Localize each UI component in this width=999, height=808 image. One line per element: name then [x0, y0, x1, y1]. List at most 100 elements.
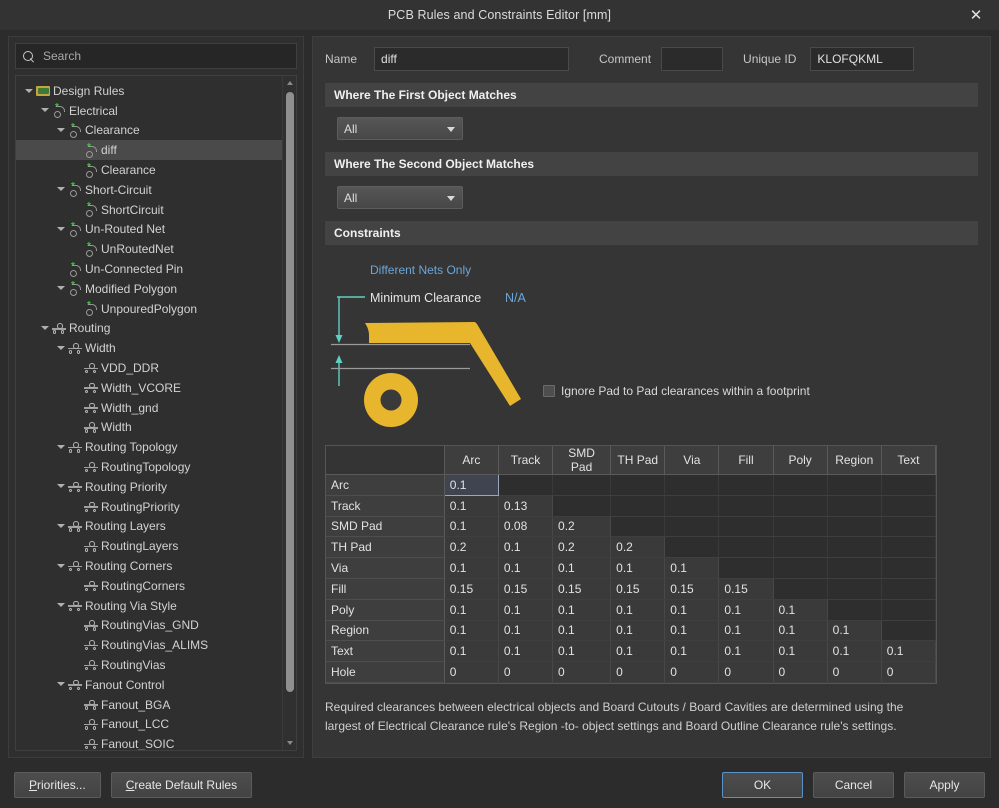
search-input[interactable] [41, 48, 289, 64]
matrix-cell[interactable]: 0 [664, 661, 720, 683]
matrix-row-header[interactable]: Poly [326, 599, 445, 621]
expand-arrow-icon[interactable] [54, 675, 67, 695]
matrix-cell[interactable]: 0.13 [498, 495, 554, 517]
expand-arrow-icon[interactable] [54, 180, 67, 200]
matrix-cell[interactable]: 0.15 [664, 578, 720, 600]
tree-item-shortcircuit[interactable]: * ShortCircuit [16, 200, 282, 220]
matrix-cell[interactable]: 0.1 [444, 516, 499, 538]
matrix-cell[interactable]: 0.1 [610, 557, 666, 579]
tree-item-routingcorners[interactable]: RoutingCorners [16, 576, 282, 596]
tree-item-routing-priority[interactable]: Routing Priority [16, 477, 282, 497]
matrix-cell[interactable]: 0.2 [552, 536, 612, 559]
tree-item-routingvias[interactable]: RoutingVias [16, 655, 282, 675]
matrix-cell[interactable]: 0.15 [498, 578, 554, 600]
matrix-cell[interactable]: 0.1 [444, 557, 499, 579]
matrix-cell[interactable]: 0.1 [444, 599, 499, 621]
priorities-button[interactable]: Priorities... [14, 772, 101, 798]
matrix-cell[interactable]: 0.1 [773, 620, 828, 642]
expand-arrow-icon[interactable] [54, 477, 67, 497]
matrix-cell[interactable]: 0.1 [552, 620, 612, 642]
matrix-col-header[interactable]: Track [498, 446, 554, 475]
matrix-cell[interactable]: 0 [552, 661, 612, 683]
matrix-cell[interactable]: 0.1 [773, 599, 828, 621]
matrix-row-header[interactable]: Text [326, 640, 445, 663]
matrix-cell[interactable]: 0 [718, 661, 774, 683]
tree-item-routinglayers[interactable]: RoutingLayers [16, 536, 282, 556]
tree-item-unroutednet[interactable]: * UnRoutedNet [16, 239, 282, 259]
matrix-cell[interactable]: 0.1 [718, 640, 774, 663]
tree-item-width-gnd[interactable]: Width_gnd [16, 398, 282, 418]
matrix-cell[interactable]: 0.1 [827, 640, 882, 663]
matrix-cell[interactable]: 0.1 [664, 640, 720, 663]
matrix-cell[interactable]: 0.1 [552, 599, 612, 621]
close-icon[interactable]: ✕ [953, 0, 999, 30]
tree-item-routingtopology[interactable]: RoutingTopology [16, 457, 282, 477]
tree-item-short-circuit[interactable]: * Short-Circuit [16, 180, 282, 200]
matrix-cell[interactable]: 0.2 [610, 536, 666, 559]
tree-item-design-rules[interactable]: •• Design Rules [16, 81, 282, 101]
cancel-button[interactable]: Cancel [813, 772, 894, 798]
matrix-row-header[interactable]: Region [326, 620, 445, 642]
matrix-cell[interactable]: 0.1 [718, 620, 774, 642]
matrix-cell[interactable]: 0.1 [827, 620, 882, 642]
matrix-cell[interactable]: 0.1 [664, 620, 720, 642]
expand-arrow-icon[interactable] [54, 556, 67, 576]
second-object-scope-dropdown[interactable]: All [337, 186, 463, 209]
matrix-row-header[interactable]: Fill [326, 578, 445, 600]
expand-arrow-icon[interactable] [54, 338, 67, 358]
tree-item-fanout-soic[interactable]: Fanout_SOIC [16, 734, 282, 750]
tree-item-modified-polygon[interactable]: * Modified Polygon [16, 279, 282, 299]
expand-arrow-icon[interactable] [22, 81, 35, 101]
matrix-cell[interactable]: 0 [444, 661, 499, 683]
tree-scrollbar[interactable] [282, 76, 296, 750]
rules-tree[interactable]: •• Design Rules * Electrical * Clearance * diff… [16, 76, 282, 750]
tree-item-unpouredpolygon[interactable]: * UnpouredPolygon [16, 299, 282, 319]
tree-item-routingvias-gnd[interactable]: RoutingVias_GND [16, 616, 282, 636]
tree-item-vdd-ddr[interactable]: VDD_DDR [16, 358, 282, 378]
matrix-row-header[interactable]: Hole [326, 661, 445, 683]
search-box[interactable] [15, 43, 297, 69]
matrix-cell[interactable]: 0 [498, 661, 554, 683]
matrix-cell[interactable]: 0.1 [552, 640, 612, 663]
matrix-row-header[interactable]: Arc [326, 474, 445, 496]
matrix-cell[interactable]: 0 [881, 661, 937, 683]
matrix-col-header[interactable]: Arc [444, 446, 499, 475]
matrix-cell[interactable]: 0.1 [498, 536, 554, 559]
tree-item-clearance[interactable]: * Clearance [16, 160, 282, 180]
tree-item-un-routed-net[interactable]: * Un-Routed Net [16, 220, 282, 240]
matrix-cell[interactable]: 0.1 [444, 640, 499, 663]
matrix-cell[interactable]: 0.1 [664, 557, 720, 579]
matrix-cell[interactable]: 0.2 [552, 516, 612, 538]
matrix-cell[interactable]: 0 [827, 661, 882, 683]
expand-arrow-icon[interactable] [54, 279, 67, 299]
matrix-cell[interactable]: 0.1 [444, 620, 499, 642]
matrix-row-header[interactable]: Via [326, 557, 445, 579]
expand-arrow-icon[interactable] [38, 101, 51, 121]
matrix-cell[interactable]: 0.1 [498, 640, 554, 663]
matrix-cell[interactable]: 0.1 [610, 599, 666, 621]
matrix-col-header[interactable]: Poly [773, 446, 828, 475]
matrix-row-header[interactable]: Track [326, 495, 445, 517]
matrix-cell-selected[interactable]: 0.1 [443, 474, 499, 496]
scroll-up-icon[interactable] [283, 76, 296, 89]
tree-item-un-connected-pin[interactable]: * Un-Connected Pin [16, 259, 282, 279]
create-default-rules-button[interactable]: Create Default Rules [110, 772, 253, 798]
tree-item-routingpriority[interactable]: RoutingPriority [16, 497, 282, 517]
matrix-cell[interactable]: 0.1 [498, 557, 554, 579]
matrix-cell[interactable]: 0.1 [498, 599, 554, 621]
matrix-cell[interactable]: 0.1 [498, 620, 554, 642]
matrix-col-header[interactable]: Region [827, 446, 882, 475]
tree-item-fanout-lcc[interactable]: Fanout_LCC [16, 715, 282, 735]
matrix-cell[interactable]: 0.1 [610, 620, 666, 642]
expand-arrow-icon[interactable] [54, 220, 67, 240]
matrix-cell[interactable]: 0.2 [444, 536, 499, 559]
matrix-cell[interactable]: 0.1 [610, 640, 666, 663]
matrix-col-header[interactable]: SMD Pad [552, 446, 612, 475]
tree-item-width[interactable]: Width [16, 418, 282, 438]
unique-id-input[interactable] [810, 47, 915, 71]
matrix-row-header[interactable]: TH Pad [326, 536, 445, 559]
tree-item-electrical[interactable]: * Electrical [16, 101, 282, 121]
expand-arrow-icon[interactable] [54, 596, 67, 616]
matrix-cell[interactable]: 0.1 [552, 557, 612, 579]
checkbox-box[interactable] [543, 385, 555, 397]
